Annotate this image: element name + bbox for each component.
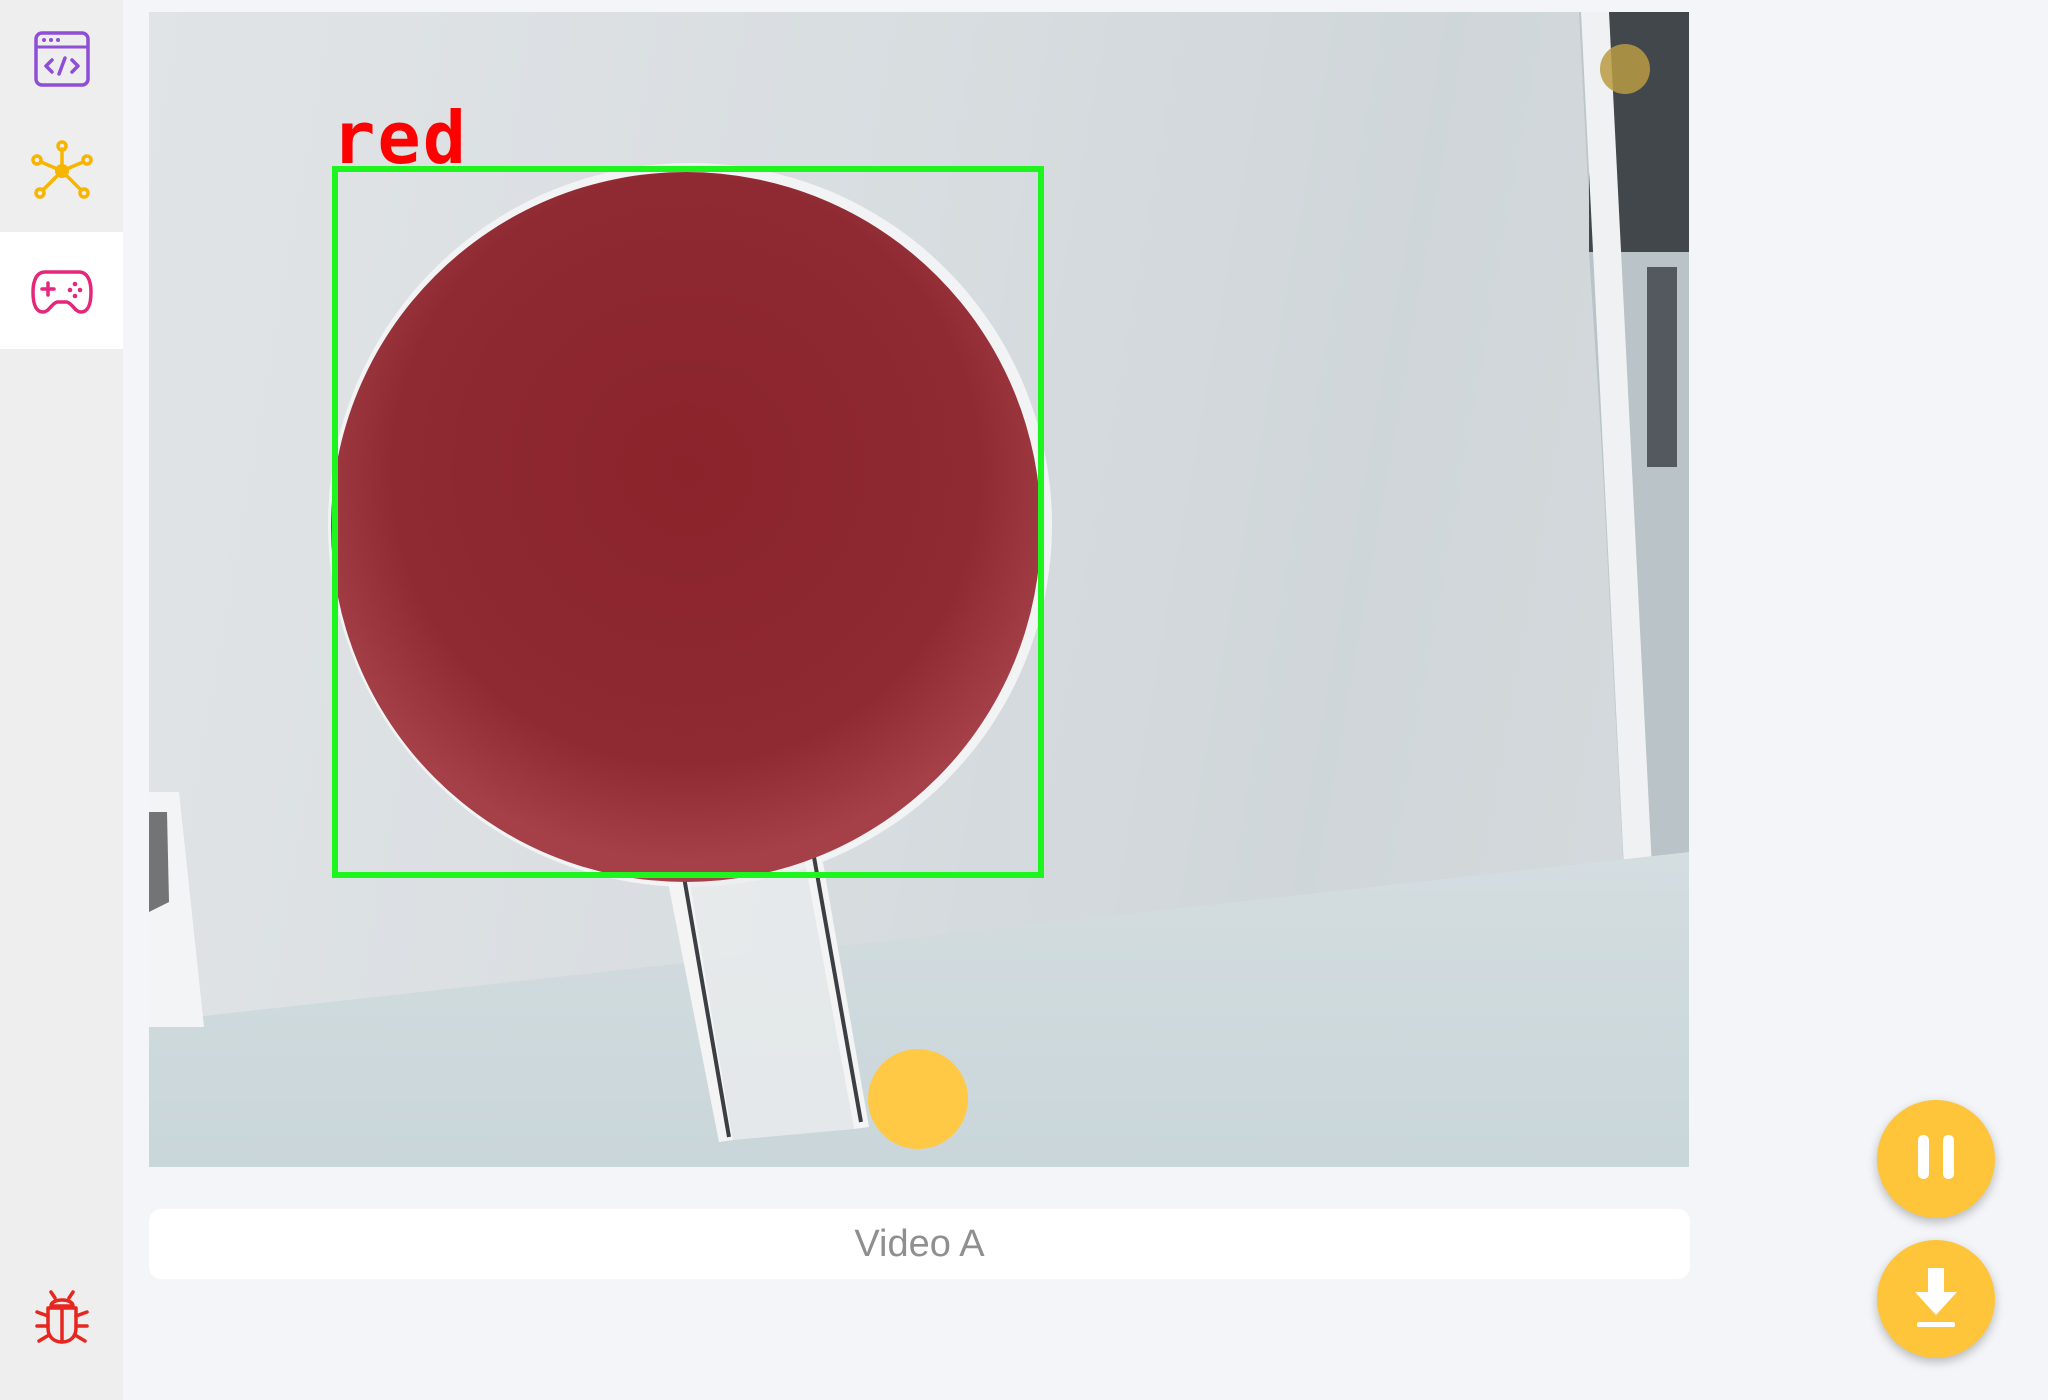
- video-feed: red: [149, 12, 1689, 1167]
- bug-icon: [33, 1288, 91, 1346]
- node-network-icon: [30, 139, 93, 202]
- detection-bounding-box: [332, 166, 1044, 878]
- video-caption-bar: Video A: [149, 1209, 1690, 1279]
- sidebar-item-gamepad[interactable]: [0, 232, 123, 349]
- sidebar: [0, 0, 123, 1400]
- video-center-control[interactable]: [868, 1049, 968, 1149]
- pause-icon: [1913, 1132, 1959, 1187]
- detection-label: red: [332, 96, 469, 180]
- gamepad-icon: [30, 266, 93, 316]
- settings-toggle-button[interactable]: [1600, 44, 1650, 94]
- sidebar-item-network[interactable]: [0, 112, 123, 229]
- pause-button[interactable]: [1877, 1100, 1995, 1218]
- download-button[interactable]: [1877, 1240, 1995, 1358]
- sidebar-item-debug[interactable]: [0, 1258, 123, 1375]
- download-icon: [1911, 1265, 1961, 1334]
- code-window-icon: [33, 30, 91, 88]
- sidebar-item-code[interactable]: [0, 0, 123, 117]
- video-caption: Video A: [854, 1222, 985, 1265]
